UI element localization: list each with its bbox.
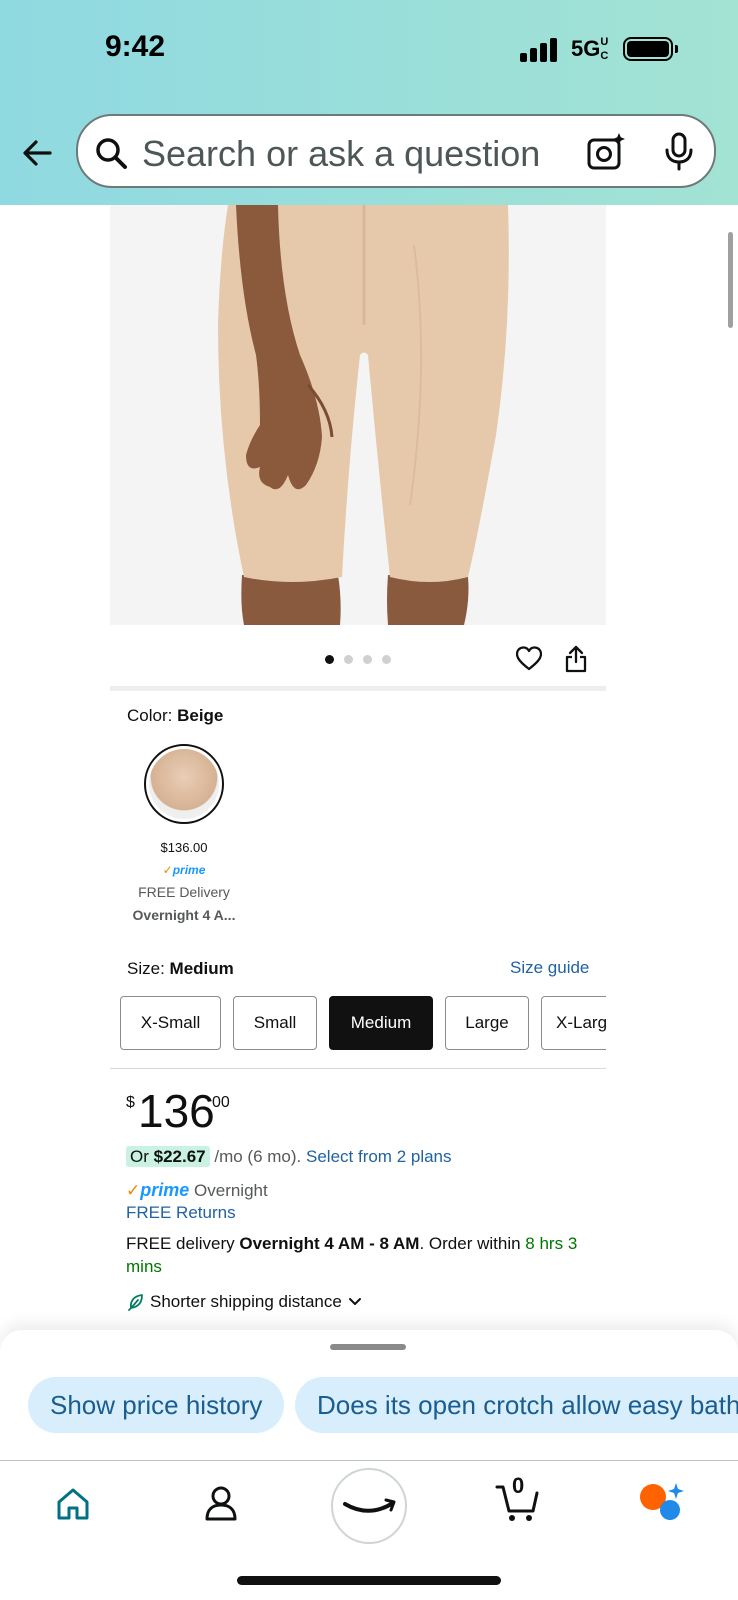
color-label-text: Color:	[127, 706, 173, 725]
heart-icon[interactable]	[516, 646, 542, 672]
size-options: X-Small Small Medium Large X-Large	[120, 996, 606, 1050]
size-option-small[interactable]: Small	[233, 996, 317, 1050]
account-icon[interactable]	[204, 1485, 238, 1521]
prime-badge: ✓prime Overnight	[126, 1180, 268, 1200]
prime-logo: prime	[140, 1180, 190, 1200]
free-returns-link[interactable]: FREE Returns	[126, 1203, 236, 1223]
rufus-bottom-sheet: Show price history Does its open crotch …	[0, 1330, 738, 1460]
microphone-icon[interactable]	[662, 132, 696, 172]
monthly-pill: Or $22.67	[126, 1146, 210, 1167]
price-currency: $	[126, 1094, 135, 1111]
size-label: Size: Medium	[127, 959, 234, 979]
search-bar[interactable]: Search or ask a question	[76, 114, 716, 188]
camera-search-icon[interactable]	[586, 132, 626, 172]
rufus-icon[interactable]	[638, 1481, 686, 1523]
chevron-down-icon	[348, 1298, 361, 1305]
home-indicator	[237, 1576, 501, 1585]
app-header: 9:42 5GUC Search or ask a question	[0, 0, 738, 205]
search-icon	[96, 138, 127, 169]
size-option-large[interactable]: Large	[445, 996, 529, 1050]
suggestion-chip[interactable]: Show price history	[28, 1377, 285, 1433]
product-photo	[110, 205, 606, 625]
swatch-delivery: FREE Delivery	[138, 884, 230, 900]
monthly-payment: Or $22.67 /mo (6 mo). Select from 2 plan…	[126, 1146, 452, 1167]
delivery-estimate: FREE delivery Overnight 4 AM - 8 AM. Ord…	[126, 1234, 578, 1276]
pager-dot[interactable]	[344, 655, 353, 664]
back-arrow-icon[interactable]	[20, 135, 56, 171]
size-option-x-small[interactable]: X-Small	[120, 996, 221, 1050]
select-plans-link[interactable]: Select from 2 plans	[306, 1147, 452, 1166]
size-value: Medium	[169, 959, 234, 978]
product-image[interactable]	[110, 205, 606, 625]
battery-tip	[675, 45, 678, 53]
color-swatch-beige[interactable]	[144, 744, 224, 824]
price-fraction: 00	[212, 1094, 230, 1111]
color-value: Beige	[177, 706, 224, 725]
pager-dot[interactable]	[363, 655, 372, 664]
swatch-price: $136.00	[160, 840, 208, 855]
swatch-speed: Overnight 4 A...	[132, 907, 236, 923]
prime-speed: Overnight	[194, 1181, 268, 1200]
share-icon[interactable]	[564, 645, 588, 673]
scroll-indicator[interactable]	[728, 232, 733, 328]
amazon-smile-icon	[343, 1498, 396, 1513]
size-option-x-large[interactable]: X-Large	[541, 996, 606, 1050]
pager-dot[interactable]	[382, 655, 391, 664]
sheet-grabber[interactable]	[330, 1344, 406, 1350]
color-label: Color: Beige	[127, 706, 223, 726]
size-guide-link[interactable]: Size guide	[510, 958, 589, 978]
shorter-shipping-toggle[interactable]: Shorter shipping distance	[128, 1292, 362, 1312]
size-option-medium[interactable]: Medium	[329, 996, 433, 1050]
network-label: 5GUC	[571, 36, 609, 62]
leaf-icon	[128, 1294, 143, 1311]
search-placeholder: Search or ask a question	[142, 133, 541, 174]
image-pager[interactable]	[325, 655, 391, 664]
signal-icon	[520, 38, 560, 62]
swatch-prime-badge: ✓prime	[162, 863, 206, 877]
status-time: 9:42	[105, 30, 166, 63]
suggestion-chip[interactable]: Does its open crotch allow easy bathroom…	[295, 1377, 738, 1433]
home-icon[interactable]	[56, 1487, 90, 1521]
price-whole: 136	[138, 1085, 215, 1137]
shorter-shipping-label: Shorter shipping distance	[150, 1292, 342, 1311]
battery-icon	[623, 37, 673, 61]
price-divider	[110, 1068, 606, 1069]
cart-count: 0	[512, 1473, 525, 1498]
section-divider	[110, 686, 606, 691]
amazon-home-button[interactable]	[331, 1468, 407, 1544]
monthly-term: /mo (6 mo).	[214, 1147, 302, 1166]
pager-dot[interactable]	[325, 655, 334, 664]
size-label-text: Size:	[127, 959, 165, 978]
